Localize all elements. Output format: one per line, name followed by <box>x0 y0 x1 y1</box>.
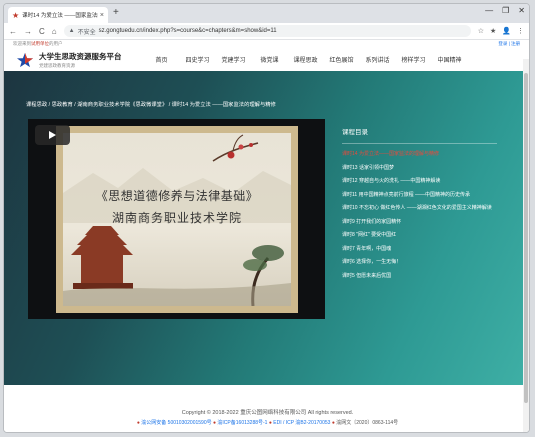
warning-icon: ▲ <box>68 28 75 34</box>
welcome-suffix: 的用户 <box>49 41 63 46</box>
menu-icon[interactable]: ⋮ <box>517 27 524 35</box>
nav-item-party-study[interactable]: 党建学习 <box>216 55 252 64</box>
nav-item-role-models[interactable]: 榜样学习 <box>396 55 432 64</box>
nav-item-speeches[interactable]: 系列讲话 <box>360 55 396 64</box>
close-window-icon[interactable]: ✕ <box>518 6 525 15</box>
forward-icon[interactable]: → <box>24 27 32 36</box>
nav-item-red-exhibition[interactable]: 红色展馆 <box>324 55 360 64</box>
main-nav: 首页 四史学习 党建学习 微党课 课程思政 红色展馆 系列讲话 榜样学习 中国精… <box>144 55 468 64</box>
breadcrumb[interactable]: 课程思政 / 思政教育 / 湖南商务职业技术学院《思政微课堂》 / 课时14 为… <box>26 100 276 108</box>
maximize-icon[interactable]: ❐ <box>502 6 509 15</box>
lesson-item[interactable]: 课时11 用中国精神点亮前行旅程 ——中国精神的历史传承 <box>342 191 497 200</box>
video-player[interactable]: 《思想道德修养与法律基础》 湖南商务职业技术学院 <box>28 119 325 319</box>
culture-record: 渝网文〔2020〕0863-114号 <box>336 420 399 426</box>
brand-name: 大学生思政资源服务平台 <box>39 51 122 61</box>
icp-record-link[interactable]: 渝ICP备16013288号-1 <box>217 420 267 426</box>
police-badge-icon: ● <box>136 420 140 426</box>
course-hero: 课程思政 / 思政教育 / 湖南商务职业技术学院《思政微课堂》 / 课时14 为… <box>4 71 529 385</box>
reload-icon[interactable]: C <box>39 27 45 36</box>
tab-strip: ★ 课时14 为爱立法 ——国家监法的 × + — ❐ ✕ <box>4 4 529 23</box>
window-controls: — ❐ ✕ <box>485 6 525 15</box>
site-footer: Copyright © 2018-2022 重庆公图网络科技有限公司 All r… <box>4 385 529 432</box>
lesson-item[interactable]: 课时10 不忘初心 做红色传人 ——湖湘红色文化的爱国主义精神解读 <box>342 204 497 213</box>
site-header: 大学生思政资源服务平台 党建思政教育资源 首页 四史学习 党建学习 微党课 课程… <box>4 48 529 71</box>
bookmark-star-icon[interactable]: ☆ <box>478 27 484 35</box>
home-icon[interactable]: ⌂ <box>52 27 57 36</box>
course-catalog-heading: 课程目录 <box>342 126 497 144</box>
video-title-school: 湖南商务职业技术学院 <box>111 211 242 225</box>
edi-badge-icon: ● <box>268 420 272 426</box>
brand-subtitle: 党建思政教育资源 <box>39 62 75 68</box>
video-poster: 《思想道德修养与法律基础》 湖南商务职业技术学院 <box>63 133 291 306</box>
page-scrollbar[interactable] <box>523 59 529 432</box>
address-bar: ← → C ⌂ ▲ 不安全 sz.gongtuedu.cn/index.php?… <box>4 23 529 40</box>
trial-unit-link[interactable]: 试用单位 <box>31 41 49 46</box>
lesson-item[interactable]: 课时12 穿越自与火的洗礼 ——中国精神解读 <box>342 177 497 186</box>
nav-item-four-histories[interactable]: 四史学习 <box>180 55 216 64</box>
toolbar-icons: ☆ ★ 👤 ⋮ <box>478 27 524 35</box>
browser-tab[interactable]: ★ 课时14 为爱立法 ——国家监法的 × <box>8 7 108 23</box>
lesson-item[interactable]: 课时8 "网红" 要受中国红 <box>342 231 497 240</box>
brand[interactable]: 大学生思政资源服务平台 党建思政教育资源 <box>39 51 122 69</box>
site-top-strip: 欢迎来到试用单位的用户 登录 | 注册 <box>4 40 529 48</box>
lesson-list: 课时14 为爱立法——国家监法的理解与精修 课时13 话家引领中国梦 课时12 … <box>342 150 497 280</box>
lesson-item[interactable]: 课时13 话家引领中国梦 <box>342 164 497 173</box>
video-frame: 《思想道德修养与法律基础》 湖南商务职业技术学院 <box>56 126 298 313</box>
login-register-link[interactable]: 登录 | 注册 <box>498 41 520 47</box>
copyright: Copyright © 2018-2022 重庆公图网络科技有限公司 All r… <box>181 410 354 416</box>
scrollbar-thumb[interactable] <box>524 73 528 403</box>
url-input[interactable]: ▲ 不安全 sz.gongtuedu.cn/index.php?s=course… <box>63 25 471 37</box>
lesson-item[interactable]: 课时9 打开我们的家园精怀 <box>342 218 497 227</box>
nav-item-micro-lesson[interactable]: 微党课 <box>252 55 288 64</box>
video-title-course: 《思想道德修养与法律基础》 <box>95 189 259 203</box>
play-button[interactable] <box>35 125 70 145</box>
new-tab-button[interactable]: + <box>113 7 119 18</box>
favorites-icon[interactable]: ★ <box>490 27 496 35</box>
profile-icon[interactable]: 👤 <box>502 27 511 35</box>
tab-close-icon[interactable]: × <box>100 12 104 19</box>
nav-item-home[interactable]: 首页 <box>144 55 180 64</box>
welcome-prefix: 欢迎来到 <box>13 41 31 46</box>
browser-window: ★ 课时14 为爱立法 ——国家监法的 × + — ❐ ✕ ← → C ⌂ ▲ … <box>3 3 530 433</box>
police-record-link[interactable]: 渝公网安备 50010302001590号 <box>141 420 211 426</box>
lesson-item[interactable]: 课时6 选择你，一生无悔！ <box>342 258 497 267</box>
culture-badge-icon: ● <box>331 420 335 426</box>
security-label: 不安全 <box>77 29 96 36</box>
tab-title: 课时14 为爱立法 ——国家监法的 <box>22 13 98 19</box>
lesson-item-active[interactable]: 课时14 为爱立法——国家监法的理解与精修 <box>342 150 497 159</box>
url-text: sz.gongtuedu.cn/index.php?s=course&c=cha… <box>98 28 277 34</box>
nav-item-china-spirit[interactable]: 中国精神 <box>432 55 468 64</box>
minimize-icon[interactable]: — <box>485 6 493 15</box>
site-logo-icon[interactable] <box>16 52 34 68</box>
nav-item-course-ideology[interactable]: 课程思政 <box>288 55 324 64</box>
site-favicon-icon: ★ <box>12 10 20 20</box>
lesson-item[interactable]: 课时5 但愿未来后优国 <box>342 272 497 281</box>
course-catalog: 课程目录 课时14 为爱立法——国家监法的理解与精修 课时13 话家引领中国梦 … <box>342 126 497 280</box>
welcome-text: 欢迎来到试用单位的用户 <box>13 41 63 47</box>
edi-record-link[interactable]: EDI / ICP 渝B2-20170053 <box>273 420 330 426</box>
lesson-item[interactable]: 课时7 青年啊，中国魂 <box>342 245 497 254</box>
back-icon[interactable]: ← <box>9 27 17 36</box>
icp-badge-icon: ● <box>213 420 217 426</box>
icp-records: ● 渝公网安备 50010302001590号 ● 渝ICP备16013288号… <box>4 419 529 426</box>
play-icon <box>49 131 56 139</box>
